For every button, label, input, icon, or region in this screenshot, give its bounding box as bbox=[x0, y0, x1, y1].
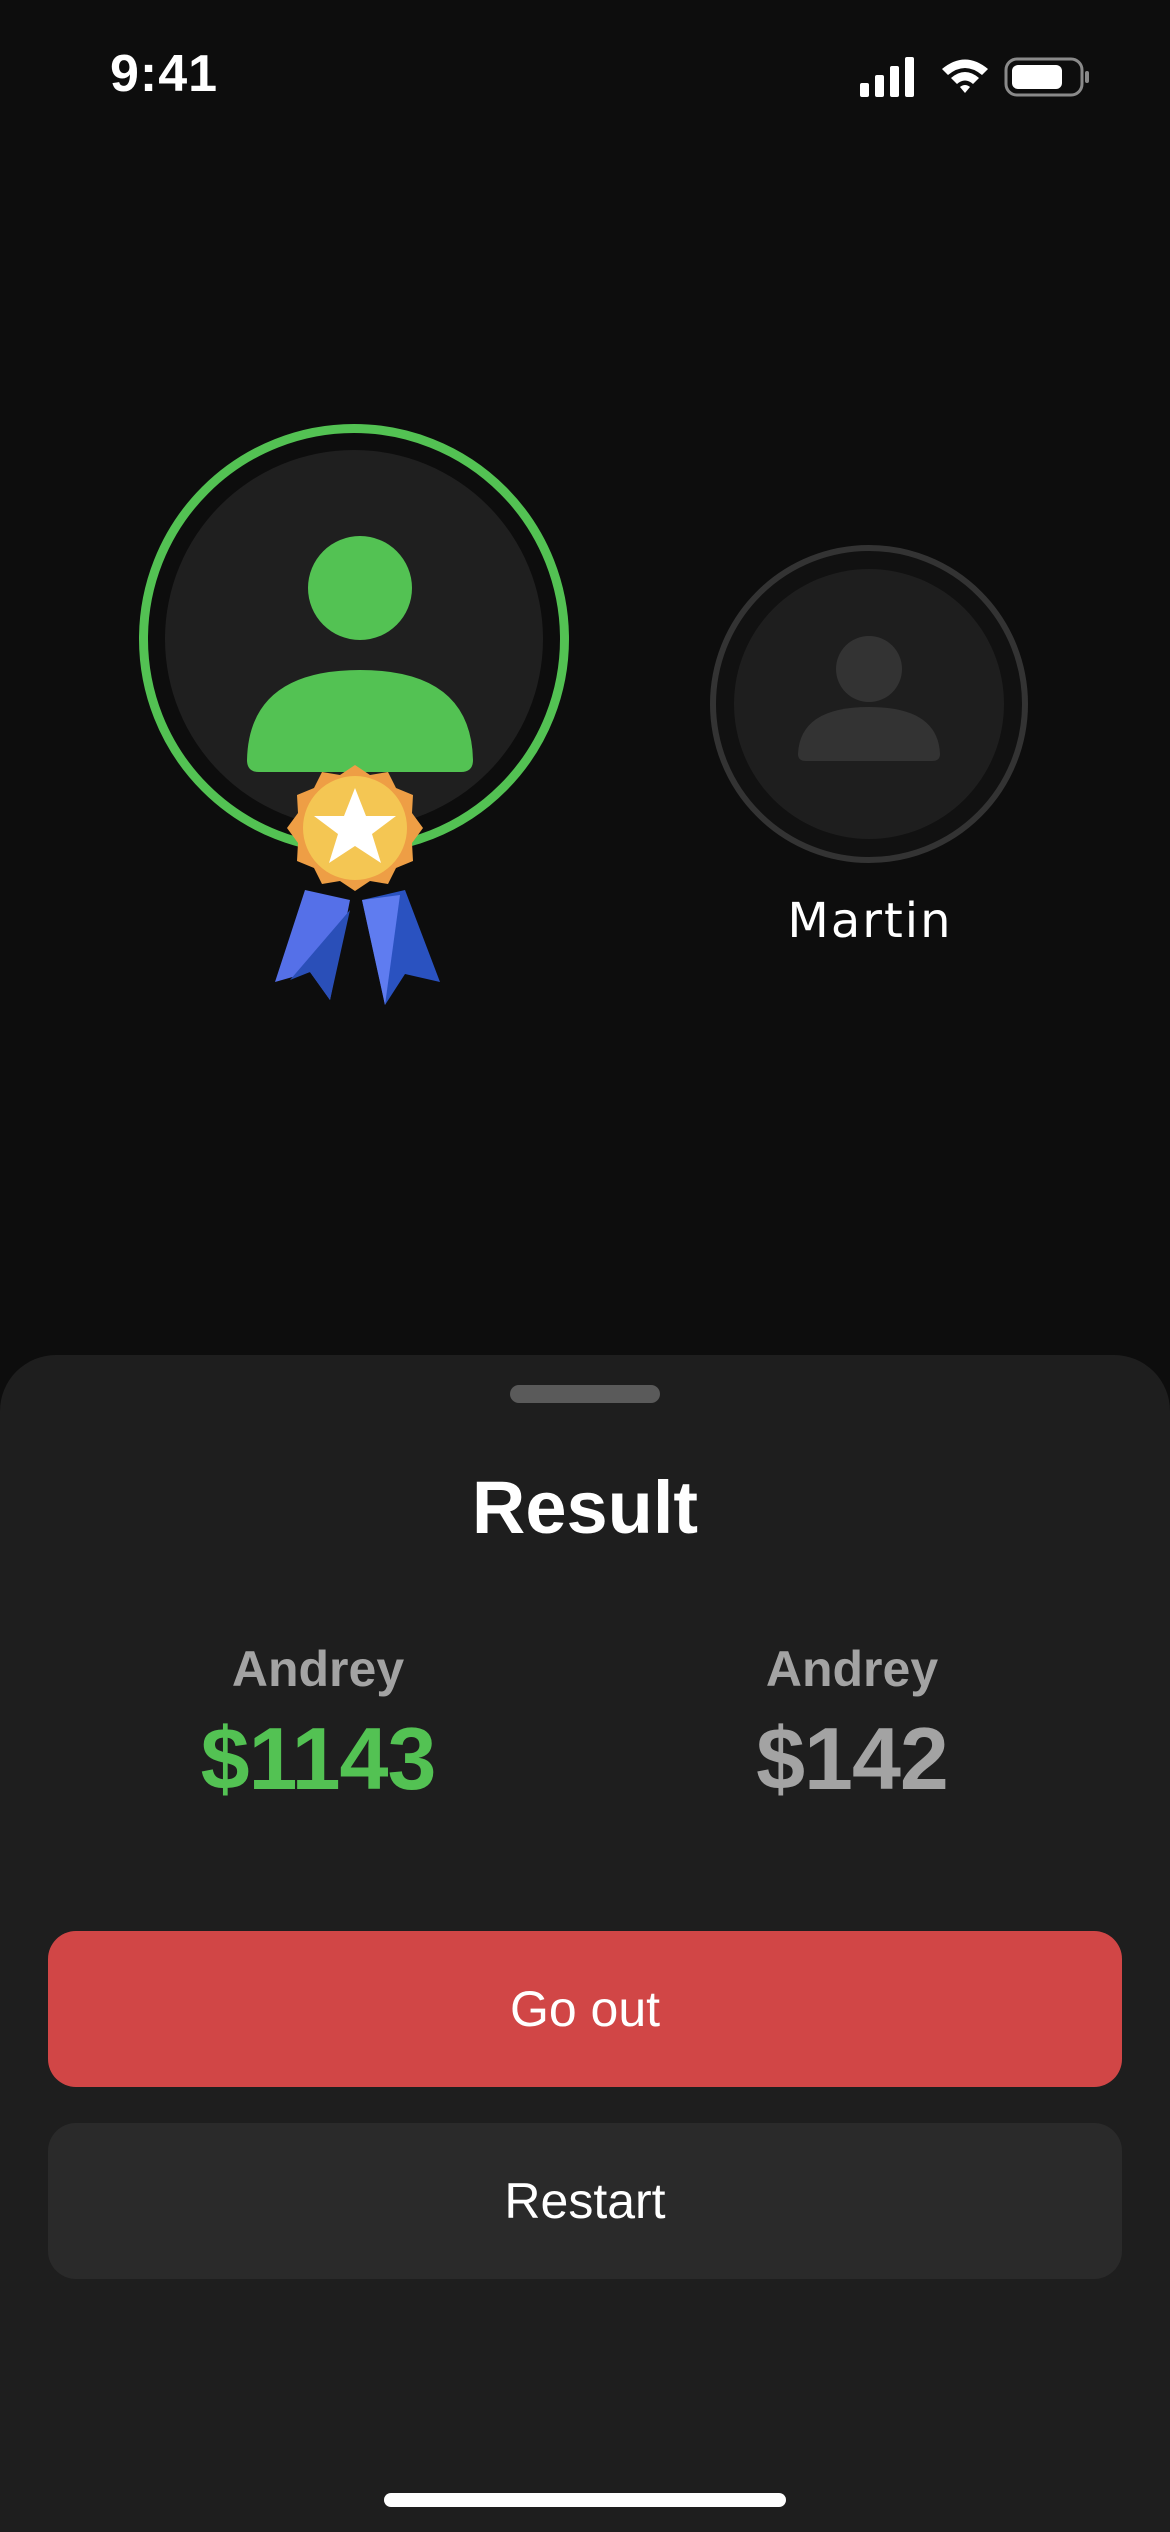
winner-avatar bbox=[135, 420, 585, 1080]
score-winner: Andrey $1143 bbox=[118, 1640, 518, 1810]
restart-button[interactable]: Restart bbox=[48, 2123, 1122, 2279]
score-player-name: Andrey bbox=[231, 1641, 405, 1697]
opponent-avatar-background bbox=[734, 569, 1004, 839]
medal-icon bbox=[275, 765, 440, 1005]
signal-icon bbox=[860, 57, 914, 97]
home-indicator bbox=[384, 2493, 786, 2507]
opponent-avatar: Martin bbox=[710, 545, 1030, 949]
status-time: 9:41 bbox=[110, 45, 219, 103]
result-title: Result bbox=[471, 1466, 699, 1549]
score-amount: $1143 bbox=[200, 1709, 437, 1808]
score-player-name: Andrey bbox=[765, 1641, 939, 1697]
opponent-name: Martin bbox=[787, 893, 953, 949]
battery-icon bbox=[1004, 57, 1089, 97]
sheet-grabber[interactable] bbox=[510, 1385, 660, 1403]
result-sheet: Result Andrey $1143 Andrey $142 Go out R… bbox=[0, 1355, 1170, 2532]
opponent-avatar-ring bbox=[710, 545, 1028, 863]
score-amount: $142 bbox=[756, 1709, 949, 1808]
go-out-button[interactable]: Go out bbox=[48, 1931, 1122, 2087]
person-icon bbox=[798, 636, 940, 761]
score-loser: Andrey $142 bbox=[652, 1640, 1052, 1810]
wifi-icon bbox=[942, 59, 988, 93]
status-icons bbox=[860, 55, 1090, 99]
